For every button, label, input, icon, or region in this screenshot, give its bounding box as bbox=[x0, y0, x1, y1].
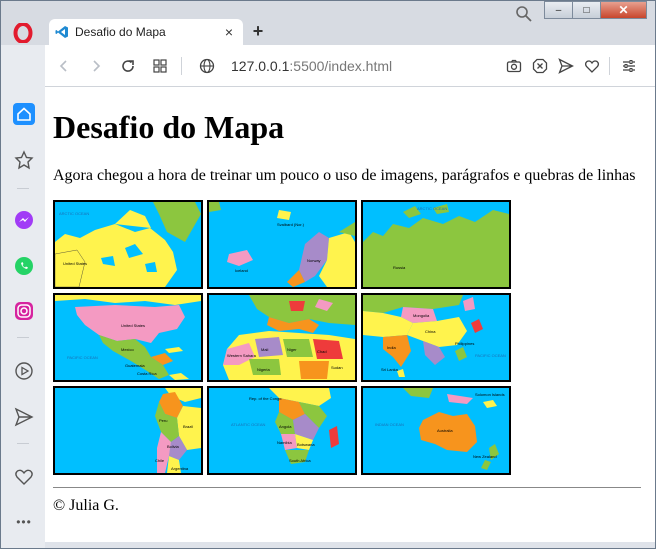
map-label: INDIAN OCEAN bbox=[375, 422, 404, 427]
map-label: United States bbox=[63, 261, 88, 266]
address-bar[interactable]: 127.0.0.1:5500/index.html bbox=[231, 58, 392, 74]
sidebar-divider bbox=[17, 188, 29, 189]
map-tile-8[interactable]: Rep. of the Congo Angola Namibia Botswan… bbox=[207, 386, 357, 475]
map-label: Mexico bbox=[121, 347, 134, 352]
map-label: Guatemala bbox=[125, 363, 145, 368]
more-icon[interactable]: ••• bbox=[13, 511, 35, 533]
window-controls: – □ ✕ bbox=[544, 1, 647, 21]
camera-icon[interactable] bbox=[505, 57, 523, 75]
player-icon[interactable] bbox=[13, 360, 35, 382]
sidebar-divider bbox=[17, 443, 29, 444]
page-title: Desafio do Mapa bbox=[53, 109, 285, 145]
map-label: Chile bbox=[155, 458, 165, 463]
map-label: Norway bbox=[307, 258, 321, 263]
forward-icon[interactable] bbox=[87, 57, 105, 75]
tab-desafio[interactable]: Desafio do Mapa × bbox=[49, 19, 243, 45]
close-window-button[interactable]: ✕ bbox=[600, 1, 647, 19]
map-tile-4[interactable]: United States PACIFIC OCEAN Mexico Guate… bbox=[53, 293, 203, 382]
world-map-grid: ARCTIC OCEAN United States Svalbard (Nor… bbox=[53, 200, 513, 476]
map-label: Iceland bbox=[235, 268, 248, 273]
toolbar-separator bbox=[609, 57, 610, 75]
map-tile-1[interactable]: ARCTIC OCEAN United States bbox=[53, 200, 203, 289]
map-label: Bolivia bbox=[167, 444, 179, 449]
home-icon[interactable] bbox=[13, 103, 35, 125]
send-icon[interactable] bbox=[13, 406, 35, 428]
map-label: Niger bbox=[287, 347, 297, 352]
bookmarks-icon[interactable] bbox=[13, 149, 35, 171]
minimize-button[interactable]: – bbox=[544, 1, 573, 19]
map-label: Namibia bbox=[277, 440, 292, 445]
page-gutter bbox=[641, 87, 655, 542]
tab-strip: Desafio do Mapa × + – □ ✕ bbox=[1, 1, 655, 45]
map-label: Mongolia bbox=[413, 313, 430, 318]
map-label: Nigeria bbox=[257, 367, 270, 372]
back-icon[interactable] bbox=[55, 57, 73, 75]
map-label: Rep. of the Congo bbox=[249, 396, 282, 401]
footer-credit: © Julia G. bbox=[53, 497, 119, 514]
map-label: Angola bbox=[279, 424, 292, 429]
map-label: Australia bbox=[437, 428, 453, 433]
browser-window: Desafio do Mapa × + – □ ✕ ••• 127.0.0.1:… bbox=[0, 0, 656, 549]
heart-icon[interactable] bbox=[583, 57, 601, 75]
map-tile-5[interactable]: Western Sahara Mali Niger Chad Sudan Nig… bbox=[207, 293, 357, 382]
page-content: Desafio do Mapa Agora chegou a hora de t… bbox=[45, 87, 641, 542]
map-label: ATLANTIC OCEAN bbox=[231, 422, 266, 427]
map-label: United States bbox=[121, 323, 146, 328]
sidebar-divider bbox=[17, 337, 29, 338]
map-tile-7[interactable]: Peru Brazil Bolivia Chile Argentina bbox=[53, 386, 203, 475]
globe-icon[interactable] bbox=[198, 57, 216, 75]
footer-divider bbox=[53, 487, 641, 488]
send-icon[interactable] bbox=[557, 57, 575, 75]
new-tab-button[interactable]: + bbox=[249, 22, 267, 40]
opera-logo-icon[interactable] bbox=[13, 22, 33, 44]
map-label: Russia bbox=[393, 265, 406, 270]
instagram-icon[interactable] bbox=[13, 300, 35, 322]
settings-icon[interactable] bbox=[620, 57, 638, 75]
sidebar: ••• bbox=[1, 45, 45, 548]
map-label: PACIFIC OCEAN bbox=[475, 353, 506, 358]
map-label: Brazil bbox=[183, 424, 194, 429]
reload-icon[interactable] bbox=[119, 57, 137, 75]
map-label: PACIFIC OCEAN bbox=[67, 355, 98, 360]
map-tile-2[interactable]: Svalbard (Nor.) Iceland Norway bbox=[207, 200, 357, 289]
toolbar-separator bbox=[181, 57, 182, 75]
map-label: China bbox=[425, 329, 436, 334]
map-tile-6[interactable]: Mongolia China India Philippines PACIFIC… bbox=[361, 293, 511, 382]
tab-title: Desafio do Mapa bbox=[75, 25, 166, 39]
address-toolbar: 127.0.0.1:5500/index.html bbox=[45, 45, 655, 87]
maximize-button[interactable]: □ bbox=[572, 1, 601, 19]
map-label: India bbox=[387, 345, 396, 350]
map-label: Peru bbox=[159, 418, 168, 423]
heart-icon[interactable] bbox=[13, 466, 35, 488]
url-path: :5500/index.html bbox=[289, 58, 393, 74]
tab-close-button[interactable]: × bbox=[221, 24, 237, 40]
tab-grid-icon[interactable] bbox=[151, 57, 169, 75]
map-label: New Zealand bbox=[473, 454, 497, 459]
whatsapp-icon[interactable] bbox=[13, 255, 35, 277]
map-label: Argentina bbox=[171, 466, 189, 471]
adblock-icon[interactable] bbox=[531, 57, 549, 75]
map-label: Chad bbox=[317, 349, 327, 354]
map-label: South Africa bbox=[289, 458, 311, 463]
intro-paragraph: Agora chegou a hora de treinar um pouco … bbox=[53, 167, 636, 184]
vscode-icon bbox=[55, 25, 69, 39]
map-label: Costa Rica bbox=[137, 371, 157, 376]
map-tile-9[interactable]: INDIAN OCEAN Australia Solomon Islands N… bbox=[361, 386, 511, 475]
map-label: ARCTIC OCEAN bbox=[59, 211, 90, 216]
map-label: Solomon Islands bbox=[475, 392, 505, 397]
messenger-icon[interactable] bbox=[13, 209, 35, 231]
map-label: Philippines bbox=[455, 341, 475, 346]
map-label: Western Sahara bbox=[227, 353, 256, 358]
map-tile-3[interactable]: ARCTIC OCEAN Russia bbox=[361, 200, 511, 289]
map-label: Botswana bbox=[297, 442, 315, 447]
map-label: Sudan bbox=[331, 365, 343, 370]
map-label: Svalbard (Nor.) bbox=[277, 222, 304, 227]
search-icon[interactable] bbox=[515, 5, 533, 23]
map-label: ARCTIC OCEAN bbox=[417, 206, 448, 211]
url-host: 127.0.0.1 bbox=[231, 58, 290, 74]
map-label: Mali bbox=[261, 347, 269, 352]
map-label: Sri Lanka bbox=[381, 367, 398, 372]
